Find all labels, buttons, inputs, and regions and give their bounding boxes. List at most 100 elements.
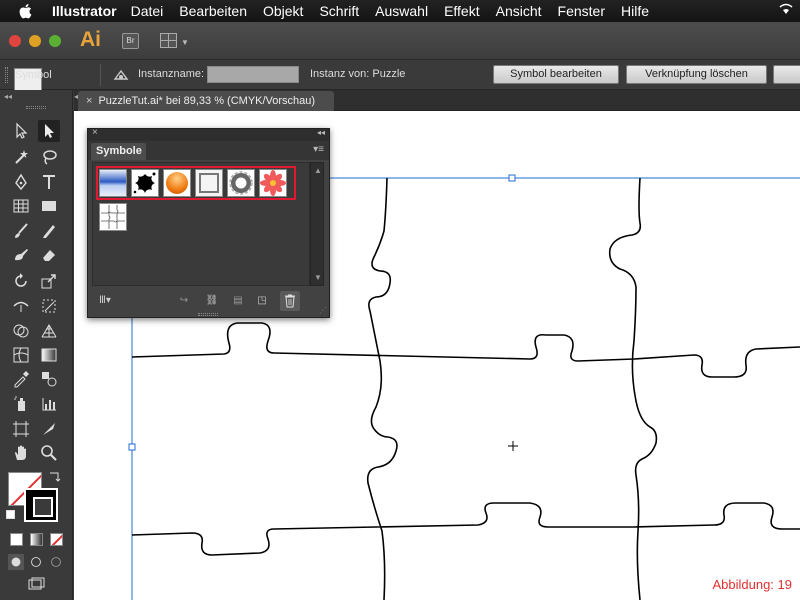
center-point-marker bbox=[508, 441, 518, 451]
bar-graph-icon bbox=[42, 398, 56, 411]
lasso-tool[interactable] bbox=[38, 146, 60, 168]
none-mode-button[interactable] bbox=[50, 533, 63, 546]
magic-wand-tool[interactable] bbox=[10, 146, 32, 168]
menu-bar: Illustrator Datei Bearbeiten Objekt Schr… bbox=[0, 0, 800, 22]
hand-tool[interactable] bbox=[10, 442, 32, 464]
chevron-down-icon[interactable]: ▼ bbox=[181, 38, 189, 47]
stroke-swatch[interactable] bbox=[24, 488, 58, 522]
break-link-button[interactable]: Verknüpfung löschen bbox=[626, 65, 767, 84]
instance-name-label: Instanzname: bbox=[138, 68, 205, 80]
selection-handle-top[interactable] bbox=[508, 174, 516, 182]
scroll-down-icon[interactable]: ▼ bbox=[314, 273, 322, 282]
blob-brush-tool[interactable] bbox=[10, 244, 32, 266]
symbol-options-icon[interactable]: ▤ bbox=[230, 295, 246, 309]
swap-fill-stroke-icon[interactable] bbox=[48, 469, 62, 483]
figure-caption: Abbildung: 19 bbox=[712, 577, 792, 592]
gradient-tool[interactable] bbox=[38, 344, 60, 366]
free-transform-icon bbox=[42, 299, 56, 313]
width-tool[interactable] bbox=[10, 295, 32, 317]
instance-name-input[interactable] bbox=[207, 66, 299, 83]
blend-tool[interactable] bbox=[38, 368, 60, 390]
symbols-library bbox=[92, 162, 310, 286]
rectangle-tool[interactable] bbox=[38, 195, 60, 217]
scale-tool[interactable] bbox=[38, 270, 60, 292]
panel-tab-row: Symbole ▾≡ bbox=[88, 141, 329, 160]
perspective-grid-tool[interactable] bbox=[38, 320, 60, 342]
selection-tool[interactable] bbox=[10, 120, 32, 142]
symbol-sprayer-tool[interactable] bbox=[10, 393, 32, 415]
zoom-window-button[interactable] bbox=[49, 35, 61, 47]
delete-symbol-button[interactable] bbox=[280, 291, 300, 311]
pencil-tool[interactable] bbox=[38, 220, 60, 242]
eyedropper-tool[interactable] bbox=[10, 368, 32, 390]
scroll-up-icon[interactable]: ▲ bbox=[314, 166, 322, 175]
symbols-scrollbar[interactable]: ▲ ▼ bbox=[310, 162, 324, 286]
eraser-tool[interactable] bbox=[38, 244, 60, 266]
collapse-panel-icon[interactable]: ◂◂ bbox=[317, 128, 325, 137]
screen-mode-button[interactable] bbox=[24, 576, 48, 594]
menu-hilfe[interactable]: Hilfe bbox=[621, 3, 649, 19]
mesh-tool[interactable] bbox=[10, 344, 32, 366]
zoom-tool[interactable] bbox=[38, 442, 60, 464]
default-fill-stroke-icon[interactable] bbox=[6, 510, 15, 519]
draw-behind-icon bbox=[31, 557, 41, 567]
menu-ansicht[interactable]: Ansicht bbox=[496, 3, 542, 19]
knife-icon bbox=[43, 423, 55, 435]
symbol-puzzle-grid[interactable] bbox=[99, 203, 127, 231]
instance-of-label: Instanz von: Puzzle bbox=[310, 68, 406, 80]
draw-normal-button[interactable] bbox=[8, 554, 24, 570]
type-icon bbox=[43, 175, 55, 189]
menu-schrift[interactable]: Schrift bbox=[319, 3, 359, 19]
rotate-tool[interactable] bbox=[10, 270, 32, 292]
edit-symbol-button[interactable]: Symbol bearbeiten bbox=[493, 65, 619, 84]
break-link-icon[interactable]: ⛓ bbox=[204, 295, 220, 309]
close-panel-icon[interactable]: × bbox=[92, 127, 98, 138]
panel-grip[interactable] bbox=[198, 313, 218, 316]
panel-resize-icon[interactable]: ⋰ bbox=[319, 306, 327, 315]
menu-datei[interactable]: Datei bbox=[131, 3, 164, 19]
menu-fenster[interactable]: Fenster bbox=[558, 3, 605, 19]
selection-handle-left[interactable] bbox=[128, 443, 136, 451]
pen-tool[interactable] bbox=[10, 171, 32, 193]
close-window-button[interactable] bbox=[9, 35, 21, 47]
more-options-button[interactable] bbox=[773, 65, 800, 84]
collapse-icon[interactable]: ◂◂ bbox=[4, 92, 12, 101]
menu-bearbeiten[interactable]: Bearbeiten bbox=[179, 3, 247, 19]
minimize-window-button[interactable] bbox=[29, 35, 41, 47]
line-segment-tool[interactable] bbox=[10, 195, 32, 217]
shape-builder-tool[interactable] bbox=[10, 320, 32, 342]
symbols-panel: × ◂◂ Symbole ▾≡ ▲ ▼ Ⅲ▾ ↪ ⛓ ▤ ◳ ⋰ bbox=[87, 127, 330, 318]
menu-app-name[interactable]: Illustrator bbox=[52, 3, 117, 19]
document-tab[interactable]: × PuzzleTut.ai* bei 89,33 % (CMYK/Vorscha… bbox=[78, 91, 334, 111]
panel-menu-icon[interactable]: ▾≡ bbox=[313, 144, 324, 155]
panel-header[interactable]: × ◂◂ bbox=[88, 127, 329, 141]
close-document-icon[interactable]: × bbox=[86, 95, 92, 107]
grid-icon bbox=[13, 199, 29, 213]
slice-tool[interactable] bbox=[38, 418, 60, 440]
column-graph-tool[interactable] bbox=[38, 393, 60, 415]
direct-selection-tool[interactable] bbox=[38, 120, 60, 142]
bridge-button[interactable]: Br bbox=[122, 33, 139, 49]
new-symbol-icon[interactable]: ◳ bbox=[254, 295, 270, 309]
control-bar-grip[interactable] bbox=[5, 67, 8, 83]
gradient-mode-button[interactable] bbox=[30, 533, 43, 546]
menu-auswahl[interactable]: Auswahl bbox=[375, 3, 428, 19]
place-symbol-instance-icon[interactable]: ↪ bbox=[176, 295, 192, 309]
menu-effekt[interactable]: Effekt bbox=[444, 3, 480, 19]
artboard-tool[interactable] bbox=[10, 418, 32, 440]
draw-inside-button[interactable] bbox=[48, 554, 64, 570]
tab-symbole[interactable]: Symbole bbox=[91, 143, 146, 160]
control-bar: Symbol Instanzname: Instanz von: Puzzle … bbox=[0, 60, 800, 96]
tools-panel-grip[interactable] bbox=[26, 106, 46, 109]
draw-behind-button[interactable] bbox=[28, 554, 44, 570]
color-mode-button[interactable] bbox=[10, 533, 23, 546]
arrange-documents-icon[interactable] bbox=[160, 33, 177, 48]
type-tool[interactable] bbox=[38, 171, 60, 193]
menu-objekt[interactable]: Objekt bbox=[263, 3, 303, 19]
separator bbox=[100, 64, 101, 86]
apple-icon[interactable] bbox=[18, 2, 34, 20]
wireless-icon[interactable] bbox=[778, 2, 794, 16]
paintbrush-tool[interactable] bbox=[10, 220, 32, 242]
symbol-libraries-menu-icon[interactable]: Ⅲ▾ bbox=[94, 295, 116, 309]
free-transform-tool[interactable] bbox=[38, 295, 60, 317]
